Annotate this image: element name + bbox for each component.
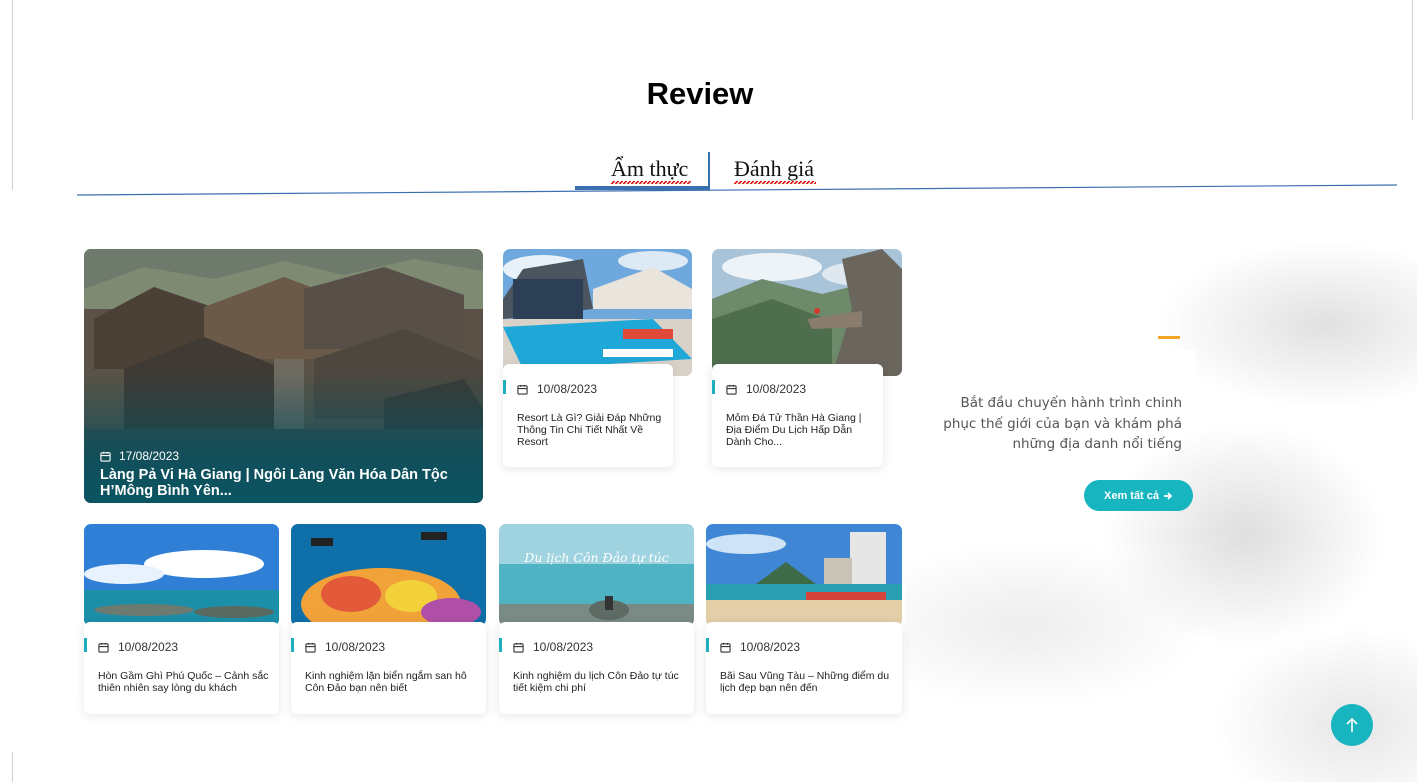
card-title[interactable]: Resort Là Gì? Giải Đáp Những Thông Tin C… xyxy=(517,412,667,448)
page-edge xyxy=(12,752,13,782)
card-info-vung-tau[interactable]: 10/08/2023 Bãi Sau Vũng Tàu – Những điểm… xyxy=(706,622,902,714)
accent-bar xyxy=(84,638,87,652)
card-date: 10/08/2023 xyxy=(720,640,800,654)
card-image-cliff[interactable] xyxy=(712,249,902,376)
calendar-icon xyxy=(513,642,524,653)
calendar-icon xyxy=(98,642,109,653)
card-image-con-dao[interactable]: Du lịch Côn Đảo tự túc xyxy=(499,524,694,626)
card-info-resort[interactable]: 10/08/2023 Resort Là Gì? Giải Đáp Những … xyxy=(503,364,673,467)
section-title: Review xyxy=(646,76,754,111)
scroll-to-top-button[interactable] xyxy=(1331,704,1373,746)
card-image-hon-gam-ghi[interactable] xyxy=(84,524,279,626)
card-title[interactable]: Hòn Gầm Ghì Phú Quốc – Cảnh sắc thiên nh… xyxy=(98,670,272,694)
tab-danh-gia[interactable]: Đánh giá xyxy=(734,156,814,182)
arrow-right-icon xyxy=(1164,491,1173,500)
card-title[interactable]: Kinh nghiệm du lịch Côn Đảo tự túc tiết … xyxy=(513,670,687,694)
accent-bar xyxy=(499,638,502,652)
card-image-vung-tau[interactable] xyxy=(706,524,902,626)
card-title[interactable]: Kinh nghiệm lặn biển ngắm san hô Côn Đảo… xyxy=(305,670,479,694)
accent-bar xyxy=(712,380,715,394)
featured-card-image[interactable] xyxy=(84,249,483,503)
card-date: 10/08/2023 xyxy=(726,382,806,396)
card-date-text: 10/08/2023 xyxy=(537,382,598,396)
card-date: 10/08/2023 xyxy=(305,640,385,654)
card-date: 10/08/2023 xyxy=(513,640,593,654)
accent-bar xyxy=(291,638,294,652)
accent-dash xyxy=(1158,336,1180,339)
tabs-baseline xyxy=(77,184,1397,196)
card-title[interactable]: Bãi Sau Vũng Tàu – Những điểm du lịch đẹ… xyxy=(720,670,894,694)
accent-bar xyxy=(503,380,506,394)
page-edge xyxy=(1412,0,1413,120)
tab-am-thuc[interactable]: Ẩm thực xyxy=(611,156,688,182)
heading-placeholder xyxy=(1118,350,1196,392)
image-caption: Du lịch Côn Đảo tự túc xyxy=(524,550,669,565)
active-tab-indicator xyxy=(575,186,709,190)
card-info-coral[interactable]: 10/08/2023 Kinh nghiệm lặn biển ngắm san… xyxy=(291,622,486,714)
card-info-cliff[interactable]: 10/08/2023 Mỏm Đá Tử Thần Hà Giang | Địa… xyxy=(712,364,883,467)
calendar-icon xyxy=(517,384,528,395)
calendar-icon xyxy=(305,642,316,653)
calendar-icon xyxy=(720,642,731,653)
featured-card-title[interactable]: Làng Pả Vi Hà Giang | Ngôi Làng Văn Hóa … xyxy=(100,467,470,499)
con-dao-sea-photo xyxy=(499,524,694,626)
card-title[interactable]: Mỏm Đá Tử Thần Hà Giang | Địa Điểm Du Lị… xyxy=(726,412,876,448)
arrow-up-icon xyxy=(1346,717,1358,732)
coral-reef-photo xyxy=(291,524,486,626)
calendar-icon xyxy=(100,451,111,462)
card-date-text: 10/08/2023 xyxy=(740,640,801,654)
card-date-text: 10/08/2023 xyxy=(533,640,594,654)
card-date: 10/08/2023 xyxy=(98,640,178,654)
card-date: 10/08/2023 xyxy=(517,382,597,396)
resort-photo xyxy=(503,249,692,376)
featured-date-text: 17/08/2023 xyxy=(119,449,180,463)
calendar-icon xyxy=(726,384,737,395)
view-all-label: Xem tất cả xyxy=(1103,489,1160,502)
card-date-text: 10/08/2023 xyxy=(118,640,179,654)
card-image-resort[interactable] xyxy=(503,249,692,376)
accent-bar xyxy=(706,638,709,652)
card-date-text: 10/08/2023 xyxy=(746,382,807,396)
featured-card-date: 17/08/2023 xyxy=(100,449,179,463)
card-info-con-dao[interactable]: 10/08/2023 Kinh nghiệm du lịch Côn Đảo t… xyxy=(499,622,694,714)
sidebar-description: Bắt đầu chuyến hành trình chinh phục thế… xyxy=(943,395,1182,452)
card-image-coral[interactable] xyxy=(291,524,486,626)
card-date-text: 10/08/2023 xyxy=(325,640,386,654)
cliff-photo xyxy=(712,249,902,376)
beach-island-photo xyxy=(84,524,279,626)
view-all-button[interactable]: Xem tất cả xyxy=(1084,480,1193,511)
vung-tau-beach-photo xyxy=(706,524,902,626)
card-info-hon-gam-ghi[interactable]: 10/08/2023 Hòn Gầm Ghì Phú Quốc – Cảnh s… xyxy=(84,622,279,714)
